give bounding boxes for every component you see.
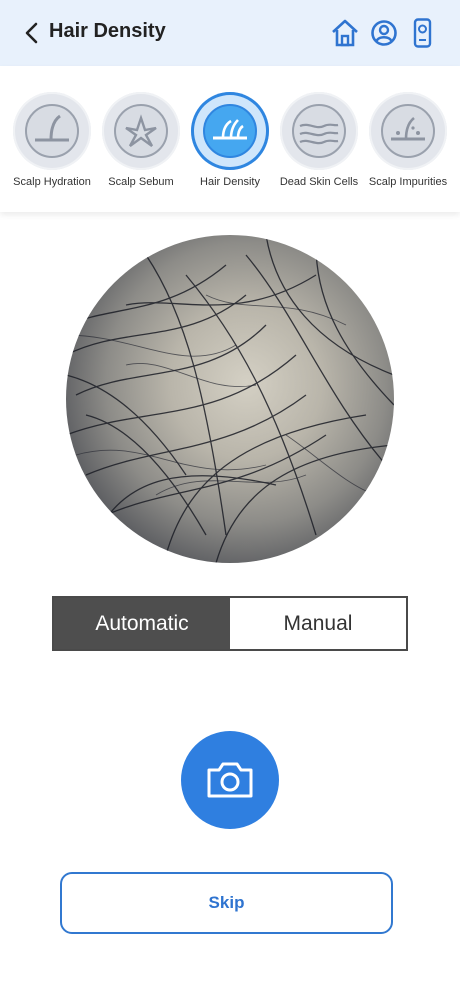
skip-button[interactable]: Skip bbox=[60, 872, 393, 934]
scalp-hydration-icon bbox=[25, 104, 79, 158]
capture-mode-toggle: Automatic Manual bbox=[52, 596, 408, 651]
analysis-category-bar: Scalp Hydration Scalp Sebum Hair Density… bbox=[0, 66, 460, 212]
category-label: Hair Density bbox=[200, 176, 260, 188]
category-label: Scalp Hydration bbox=[13, 176, 91, 188]
category-label: Scalp Impurities bbox=[368, 176, 448, 188]
automatic-mode-button[interactable]: Automatic bbox=[54, 598, 230, 649]
back-icon[interactable] bbox=[22, 22, 42, 44]
category-hair-density[interactable]: Hair Density bbox=[186, 92, 274, 188]
device-icon[interactable] bbox=[412, 18, 434, 53]
scalp-sebum-icon bbox=[114, 104, 168, 158]
hair-density-icon bbox=[203, 104, 257, 158]
manual-mode-button[interactable]: Manual bbox=[230, 598, 406, 649]
hair-strands bbox=[66, 235, 394, 563]
capture-button[interactable] bbox=[181, 731, 279, 829]
scalp-impurities-icon bbox=[381, 104, 435, 158]
camera-icon bbox=[207, 762, 253, 798]
category-scalp-sebum[interactable]: Scalp Sebum bbox=[97, 92, 185, 188]
category-scalp-impurities[interactable]: Scalp Impurities bbox=[364, 92, 452, 188]
category-label: Scalp Sebum bbox=[108, 176, 174, 188]
category-dead-skin-cells[interactable]: Dead Skin Cells bbox=[275, 92, 363, 188]
account-icon[interactable] bbox=[370, 18, 398, 53]
category-label: Dead Skin Cells bbox=[279, 176, 359, 188]
page-title: Hair Density bbox=[49, 20, 166, 42]
category-scalp-hydration[interactable]: Scalp Hydration bbox=[8, 92, 96, 188]
home-icon[interactable] bbox=[330, 18, 360, 53]
scalp-photo bbox=[66, 235, 394, 563]
top-header: Hair Density bbox=[0, 0, 460, 66]
dead-skin-cells-icon bbox=[292, 104, 346, 158]
